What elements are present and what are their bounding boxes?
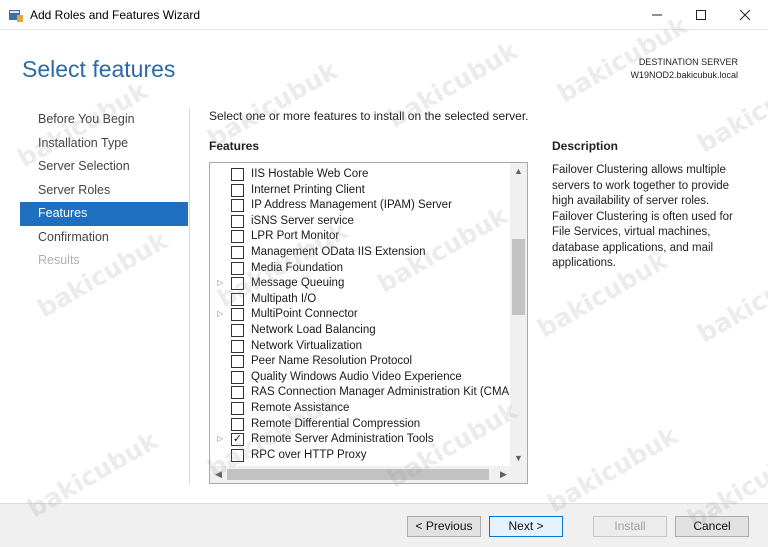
feature-label: MultiPoint Connector xyxy=(251,308,358,321)
feature-row[interactable]: Media Foundation xyxy=(210,261,511,277)
next-button[interactable]: Next > xyxy=(489,516,563,537)
wizard-nav: Before You Begin Installation Type Serve… xyxy=(20,108,188,273)
nav-item-before-you-begin[interactable]: Before You Begin xyxy=(20,108,188,132)
server-manager-icon xyxy=(9,10,23,22)
feature-label: Management OData IIS Extension xyxy=(251,245,426,258)
feature-checkbox[interactable] xyxy=(231,339,244,353)
feature-label: RPC over HTTP Proxy xyxy=(251,448,367,461)
feature-row[interactable]: Peer Name Resolution Protocol xyxy=(210,354,511,370)
nav-item-features[interactable]: Features xyxy=(20,202,188,226)
feature-row[interactable]: RAS Connection Manager Administration Ki… xyxy=(210,385,511,401)
feature-checkbox[interactable] xyxy=(231,214,244,228)
feature-checkbox[interactable] xyxy=(231,370,244,384)
nav-item-results: Results xyxy=(38,253,80,267)
description-heading: Description xyxy=(552,139,619,153)
feature-row[interactable]: Multipath I/O xyxy=(210,292,511,308)
wizard-footer: < Previous Next > Install Cancel xyxy=(0,503,768,547)
feature-checkbox[interactable] xyxy=(231,168,244,181)
expand-arrow-icon[interactable]: ▷ xyxy=(217,434,225,444)
feature-label: Network Virtualization xyxy=(251,339,363,352)
nav-item-server-roles[interactable]: Server Roles xyxy=(20,179,188,203)
feature-label: RAS Connection Manager Administration Ki… xyxy=(251,386,510,399)
feature-row[interactable]: IP Address Management (IPAM) Server xyxy=(210,198,511,214)
feature-row[interactable]: Internet Printing Client xyxy=(210,183,511,199)
instruction-text: Select one or more features to install o… xyxy=(209,109,529,123)
feature-label: LPR Port Monitor xyxy=(251,230,340,243)
feature-row[interactable]: Quality Windows Audio Video Experience xyxy=(210,370,511,386)
feature-label: Media Foundation xyxy=(251,261,344,274)
nav-item-server-selection[interactable]: Server Selection xyxy=(20,155,188,179)
feature-row[interactable]: Remote Differential Compression xyxy=(210,417,511,433)
feature-checkbox[interactable] xyxy=(231,261,244,275)
feature-label: Peer Name Resolution Protocol xyxy=(251,355,413,368)
feature-row[interactable]: iSNS Server service xyxy=(210,214,511,230)
feature-checkbox[interactable] xyxy=(231,183,244,197)
destination-label: DESTINATION SERVER xyxy=(638,57,738,67)
feature-checkbox[interactable] xyxy=(231,230,244,244)
feature-row[interactable]: ▷ ✓ Remote Server Administration Tools xyxy=(210,432,511,448)
feature-checkbox[interactable] xyxy=(231,292,244,306)
expand-arrow-icon[interactable]: ▷ xyxy=(217,278,225,288)
scrollbar-corner xyxy=(510,466,527,483)
feature-label: Remote Server Administration Tools xyxy=(251,433,434,446)
feature-label: Internet Printing Client xyxy=(251,183,365,196)
feature-row[interactable]: Remote Assistance xyxy=(210,401,511,417)
feature-checkbox[interactable] xyxy=(231,245,244,259)
title-bar: Add Roles and Features Wizard xyxy=(0,0,768,30)
feature-label: Quality Windows Audio Video Experience xyxy=(251,370,462,383)
feature-label: Remote Differential Compression xyxy=(251,417,421,430)
feature-checkbox[interactable] xyxy=(231,277,244,291)
destination-server: DESTINATION SERVER W19NOD2.bakicubuk.loc… xyxy=(630,56,738,82)
features-list-items: IIS Hostable Web Core Internet Printing C… xyxy=(210,167,511,463)
horizontal-scroll-thumb[interactable] xyxy=(227,469,489,480)
feature-label: Remote Assistance xyxy=(251,401,350,414)
expand-arrow-icon[interactable]: ▷ xyxy=(217,309,225,319)
feature-checkbox[interactable] xyxy=(231,417,244,431)
feature-row[interactable]: RPC over HTTP Proxy xyxy=(210,448,511,464)
feature-label: iSNS Server service xyxy=(251,214,354,227)
feature-row[interactable]: Management OData IIS Extension xyxy=(210,245,511,261)
scroll-up-icon[interactable]: ▲ xyxy=(510,163,527,180)
install-button: Install xyxy=(593,516,667,537)
feature-row[interactable]: ▷ MultiPoint Connector xyxy=(210,307,511,323)
feature-checkbox[interactable]: ✓ xyxy=(231,433,244,447)
feature-checkbox[interactable] xyxy=(231,386,244,400)
feature-checkbox[interactable] xyxy=(231,448,244,462)
feature-row[interactable]: LPR Port Monitor xyxy=(210,229,511,245)
feature-checkbox[interactable] xyxy=(231,199,244,213)
vertical-scrollbar[interactable]: ▲ ▼ xyxy=(510,163,527,467)
maximize-icon[interactable] xyxy=(678,0,724,30)
nav-item-confirmation[interactable]: Confirmation xyxy=(20,226,188,250)
nav-divider xyxy=(189,108,190,485)
feature-checkbox[interactable] xyxy=(231,323,244,337)
feature-label: Message Queuing xyxy=(251,277,345,290)
feature-checkbox[interactable] xyxy=(231,355,244,369)
feature-row[interactable]: IIS Hostable Web Core xyxy=(210,167,511,183)
feature-row[interactable]: ▷ Message Queuing xyxy=(210,276,511,292)
feature-checkbox[interactable] xyxy=(231,401,244,415)
horizontal-scrollbar[interactable]: ◀ ▶ xyxy=(210,466,512,483)
destination-server-name: W19NOD2.bakicubuk.local xyxy=(630,70,738,80)
feature-checkbox[interactable] xyxy=(231,308,244,322)
page-title: Select features xyxy=(22,56,176,82)
feature-label: IP Address Management (IPAM) Server xyxy=(251,199,452,212)
minimize-icon[interactable] xyxy=(634,0,680,30)
scroll-left-icon[interactable]: ◀ xyxy=(210,466,227,483)
feature-label: IIS Hostable Web Core xyxy=(251,168,369,180)
feature-row[interactable]: Network Virtualization xyxy=(210,339,511,355)
vertical-scroll-thumb[interactable] xyxy=(512,239,525,315)
features-heading: Features xyxy=(209,139,260,153)
feature-label: Network Load Balancing xyxy=(251,323,376,336)
nav-item-installation-type[interactable]: Installation Type xyxy=(20,132,188,156)
feature-label: Multipath I/O xyxy=(251,292,317,305)
close-icon[interactable] xyxy=(722,0,768,30)
feature-row[interactable]: Network Load Balancing xyxy=(210,323,511,339)
scroll-down-icon[interactable]: ▼ xyxy=(510,450,527,467)
cancel-button[interactable]: Cancel xyxy=(675,516,749,537)
description-text: Failover Clustering allows multiple serv… xyxy=(552,164,733,269)
window-title: Add Roles and Features Wizard xyxy=(30,8,201,22)
features-list[interactable]: IIS Hostable Web Core Internet Printing C… xyxy=(209,162,528,484)
previous-button[interactable]: < Previous xyxy=(407,516,481,537)
